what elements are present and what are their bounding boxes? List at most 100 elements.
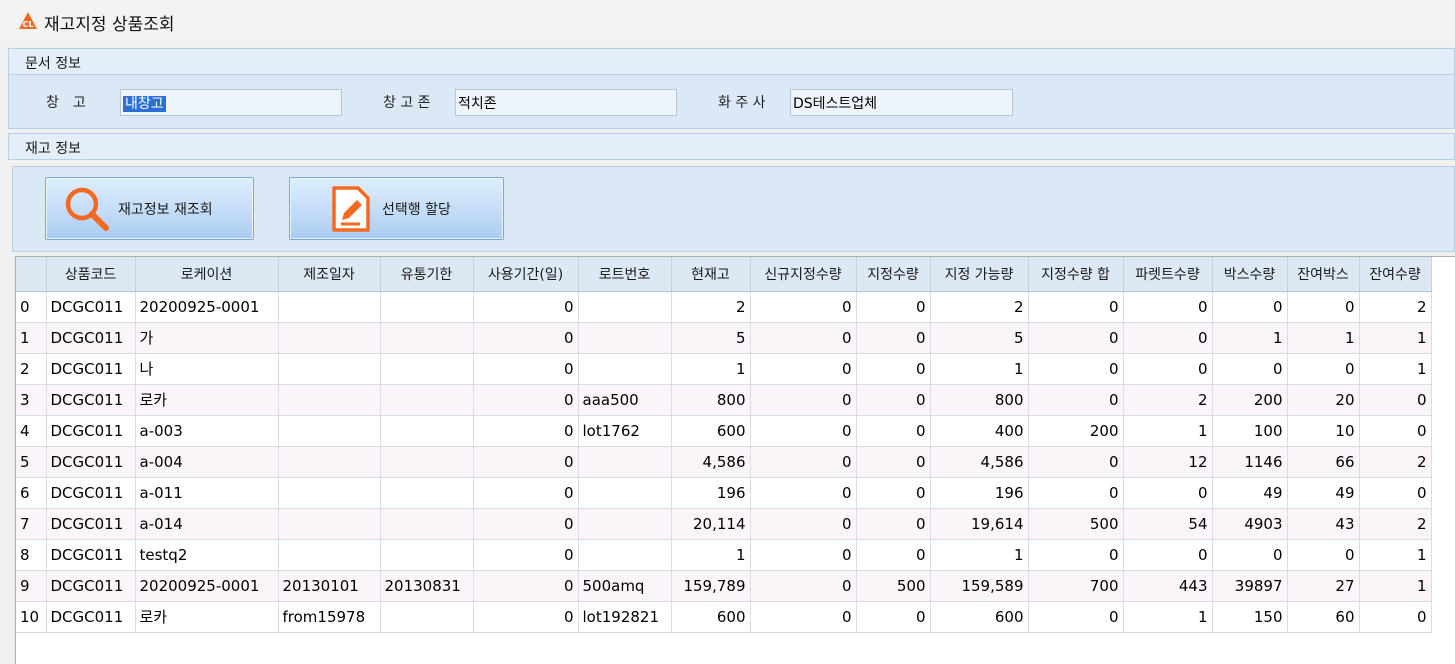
table-cell[interactable]: 0 — [1028, 446, 1124, 478]
table-cell[interactable]: 20200925-0001 — [135, 291, 279, 323]
table-cell[interactable]: 1 — [1123, 601, 1213, 633]
column-header[interactable]: 박스수량 — [1212, 257, 1288, 292]
row-index-cell[interactable]: 2 — [16, 353, 47, 385]
table-cell[interactable]: 1 — [1212, 322, 1288, 354]
table-cell[interactable]: 0 — [473, 322, 579, 354]
table-cell[interactable]: 0 — [1359, 477, 1432, 509]
table-cell[interactable]: 가 — [135, 322, 279, 354]
table-cell[interactable]: 0 — [1028, 539, 1124, 571]
table-cell[interactable]: 2 — [1359, 291, 1432, 323]
table-cell[interactable]: 200 — [1028, 415, 1124, 447]
table-cell[interactable]: 0 — [750, 384, 857, 416]
table-cell[interactable]: 0 — [856, 508, 931, 540]
column-header[interactable]: 상품코드 — [46, 257, 136, 292]
table-cell[interactable]: 159,589 — [930, 570, 1029, 602]
table-cell[interactable]: 2 — [671, 291, 751, 323]
table-cell[interactable]: 49 — [1287, 477, 1360, 509]
table-cell[interactable] — [278, 384, 381, 416]
table-cell[interactable]: 0 — [473, 601, 579, 633]
table-cell[interactable]: DCGC011 — [46, 539, 136, 571]
row-index-cell[interactable]: 7 — [16, 508, 47, 540]
table-cell[interactable]: 1 — [1359, 570, 1432, 602]
table-cell[interactable]: 0 — [856, 291, 931, 323]
table-cell[interactable] — [578, 291, 672, 323]
table-cell[interactable]: 4,586 — [930, 446, 1029, 478]
table-cell[interactable] — [380, 539, 474, 571]
table-cell[interactable] — [278, 291, 381, 323]
table-cell[interactable]: 150 — [1212, 601, 1288, 633]
table-cell[interactable] — [380, 291, 474, 323]
table-cell[interactable]: 0 — [856, 322, 931, 354]
table-cell[interactable]: 0 — [473, 353, 579, 385]
table-cell[interactable]: 0 — [750, 477, 857, 509]
warehouse-field[interactable]: 내창고 — [120, 89, 342, 116]
table-cell[interactable]: 0 — [1028, 353, 1124, 385]
table-cell[interactable]: 로카 — [135, 384, 279, 416]
table-cell[interactable] — [380, 322, 474, 354]
table-cell[interactable]: 0 — [1123, 539, 1213, 571]
row-index-cell[interactable]: 3 — [16, 384, 47, 416]
table-cell[interactable] — [380, 384, 474, 416]
table-cell[interactable]: 0 — [1287, 291, 1360, 323]
table-cell[interactable]: 600 — [930, 601, 1029, 633]
column-header[interactable]: 지정수량 합 — [1028, 257, 1124, 292]
table-cell[interactable]: 0 — [856, 415, 931, 447]
table-cell[interactable]: 159,789 — [671, 570, 751, 602]
table-row[interactable]: 3 DCGC011 로카 0 aaa500 800 0 0 800 0 2 200 20 0 — [16, 384, 1432, 416]
table-cell[interactable]: 600 — [671, 601, 751, 633]
column-header[interactable]: 제조일자 — [278, 257, 381, 292]
table-row[interactable]: 4 DCGC011 a-003 0 lot1762 600 0 0 400 200 1 100 10 0 — [16, 415, 1432, 447]
table-cell[interactable]: 1 — [671, 353, 751, 385]
table-cell[interactable]: 0 — [750, 539, 857, 571]
table-cell[interactable]: 0 — [856, 384, 931, 416]
table-row[interactable]: 8 DCGC011 testq2 0 1 0 0 1 0 0 0 0 1 — [16, 539, 1432, 571]
requery-button[interactable]: 재고정보 재조회 — [45, 177, 254, 240]
row-index-cell[interactable]: 0 — [16, 291, 47, 323]
table-cell[interactable] — [578, 477, 672, 509]
table-cell[interactable]: 2 — [1359, 508, 1432, 540]
table-cell[interactable]: 4,586 — [671, 446, 751, 478]
table-cell[interactable]: lot192821 — [578, 601, 672, 633]
table-row[interactable]: 9 DCGC011 20200925-0001 20130101 20130831 0 50… — [16, 570, 1432, 602]
zone-field[interactable]: 적치존 — [455, 89, 677, 116]
table-cell[interactable] — [380, 415, 474, 447]
table-cell[interactable] — [278, 415, 381, 447]
column-header[interactable]: 로트번호 — [578, 257, 672, 292]
table-cell[interactable]: 49 — [1212, 477, 1288, 509]
column-header[interactable]: 잔여수량 — [1359, 257, 1432, 292]
column-header[interactable]: 현재고 — [671, 257, 751, 292]
table-cell[interactable]: 나 — [135, 353, 279, 385]
column-header[interactable]: 로케이션 — [135, 257, 279, 292]
table-cell[interactable]: 0 — [1287, 539, 1360, 571]
table-cell[interactable]: DCGC011 — [46, 415, 136, 447]
table-cell[interactable] — [578, 353, 672, 385]
table-cell[interactable] — [380, 477, 474, 509]
table-cell[interactable]: aaa500 — [578, 384, 672, 416]
table-cell[interactable]: 196 — [671, 477, 751, 509]
table-cell[interactable]: 1 — [1123, 415, 1213, 447]
table-cell[interactable]: 700 — [1028, 570, 1124, 602]
table-cell[interactable]: 0 — [856, 353, 931, 385]
row-index-cell[interactable]: 9 — [16, 570, 47, 602]
table-cell[interactable] — [578, 322, 672, 354]
row-index-cell[interactable]: 4 — [16, 415, 47, 447]
table-cell[interactable]: 0 — [750, 291, 857, 323]
table-cell[interactable]: a-003 — [135, 415, 279, 447]
table-cell[interactable]: 0 — [750, 446, 857, 478]
table-cell[interactable]: 0 — [1212, 291, 1288, 323]
table-cell[interactable]: 0 — [473, 539, 579, 571]
table-cell[interactable]: 0 — [1123, 291, 1213, 323]
row-index-cell[interactable]: 1 — [16, 322, 47, 354]
column-header[interactable]: 사용기간(일) — [473, 257, 579, 292]
table-cell[interactable]: 1 — [1359, 353, 1432, 385]
table-cell[interactable]: 100 — [1212, 415, 1288, 447]
table-cell[interactable]: 800 — [671, 384, 751, 416]
table-cell[interactable]: 27 — [1287, 570, 1360, 602]
table-cell[interactable]: 20200925-0001 — [135, 570, 279, 602]
column-header[interactable]: 지정수량 — [856, 257, 931, 292]
table-cell[interactable]: 1 — [1359, 322, 1432, 354]
column-header[interactable]: 파렛트수량 — [1123, 257, 1213, 292]
table-cell[interactable]: a-011 — [135, 477, 279, 509]
table-cell[interactable]: 10 — [1287, 415, 1360, 447]
table-row[interactable]: 5 DCGC011 a-004 0 4,586 0 0 4,586 0 12 1146 66 2 — [16, 446, 1432, 478]
